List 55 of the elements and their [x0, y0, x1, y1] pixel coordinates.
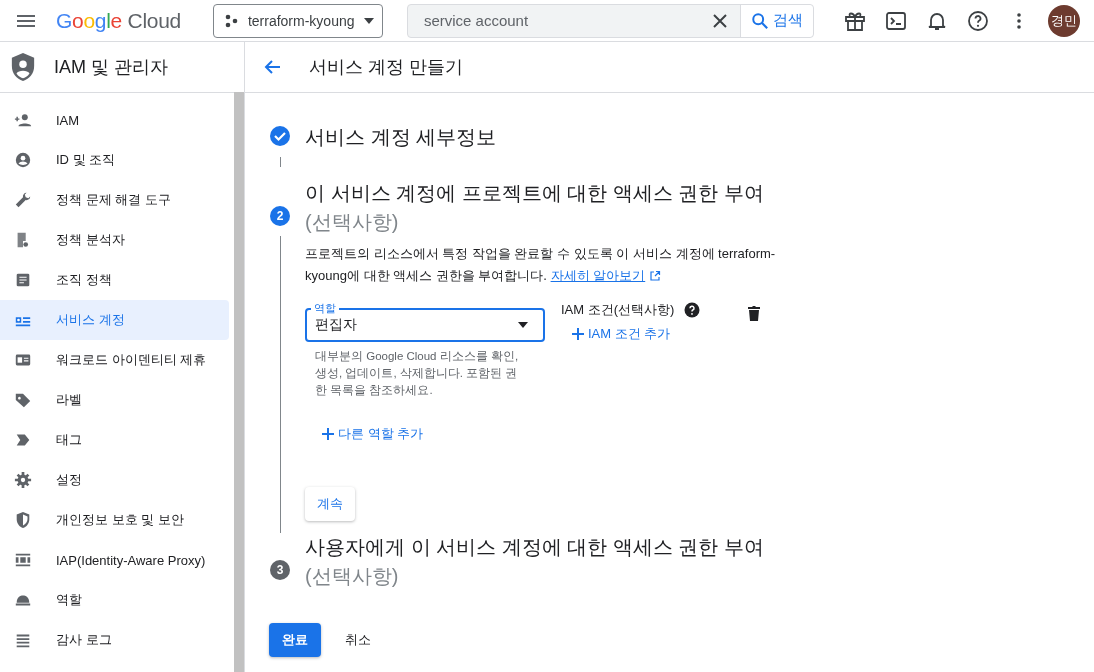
- shield-person-icon: [10, 52, 36, 82]
- step-number: 3: [270, 560, 290, 580]
- trash-icon[interactable]: [747, 305, 761, 321]
- external-link-icon: [649, 270, 662, 282]
- step-number: 2: [270, 206, 290, 226]
- sidebar-item[interactable]: 워크로드 아이덴티티 제휴: [0, 340, 229, 380]
- sidebar-item[interactable]: 감사 로그: [0, 620, 229, 660]
- gear-icon: [14, 471, 32, 489]
- helper-text: 대부분의 Google Cloud 리소스를 확인, 생성, 업데이트, 삭제합니다. 포함된 권한 목록을 참조하세요.: [315, 349, 520, 398]
- cancel-button[interactable]: 취소: [335, 623, 381, 657]
- proxy-icon: [14, 551, 32, 569]
- condition-label: IAM 조건(선택사항): [561, 301, 675, 319]
- sidebar-item[interactable]: 개인정보 보호 및 보안: [0, 500, 229, 540]
- plus-icon: [571, 327, 585, 341]
- sidebar-item[interactable]: 라벨: [0, 380, 229, 420]
- tag-label-icon: [14, 391, 32, 409]
- project-picker[interactable]: terraform-kyoung: [212, 3, 383, 38]
- user-avatar[interactable]: 경민: [1048, 4, 1080, 37]
- sidebar-item[interactable]: 서비스 계정: [0, 300, 229, 340]
- search-field[interactable]: service account 검색: [406, 3, 814, 38]
- step-title: 서비스 계정 세부정보: [305, 126, 497, 148]
- person-add-icon: [14, 111, 32, 129]
- help-icon[interactable]: [684, 302, 701, 318]
- help-icon[interactable]: [966, 8, 990, 33]
- sidebar-item[interactable]: 역할: [0, 580, 229, 620]
- continue-button[interactable]: 계속: [305, 487, 355, 521]
- sidebar-item[interactable]: 태그: [0, 420, 229, 460]
- sidebar-title: IAM 및 관리자: [54, 56, 168, 79]
- account-circle-icon: [14, 151, 32, 169]
- sidebar-item[interactable]: 정책 문제 해결 도구: [0, 180, 229, 220]
- done-button[interactable]: 완료: [269, 623, 321, 657]
- sidebar-item[interactable]: IAP(Identity-Aware Proxy): [0, 540, 229, 580]
- step-title: 이 서비스 계정에 프로젝트에 대한 액세스 권한 부여: [305, 182, 764, 204]
- page-title: 서비스 계정 만들기: [309, 56, 463, 79]
- sidebar-item[interactable]: ID 및 조직: [0, 140, 229, 180]
- learn-more-link[interactable]: 자세히 알아보기: [550, 265, 662, 287]
- sidebar-item[interactable]: 정책 분석자: [0, 220, 229, 260]
- optional-label: (선택사항): [305, 565, 399, 587]
- search-button[interactable]: 검색: [739, 4, 813, 37]
- wrench-icon: [14, 191, 32, 209]
- add-role-button[interactable]: 다른 역할 추가: [319, 423, 426, 445]
- optional-label: (선택사항): [305, 211, 399, 233]
- shield-icon: [14, 511, 32, 529]
- google-cloud-logo[interactable]: Google Cloud: [56, 8, 181, 33]
- article-icon: [14, 271, 32, 289]
- sidebar-item[interactable]: 설정: [0, 460, 229, 500]
- sidebar-item[interactable]: IAM: [0, 100, 229, 140]
- scrollbar[interactable]: [234, 92, 244, 672]
- description-text: 프로젝트의 리소스에서 특정 작업을 완료할 수 있도록 이 서비스 계정에 terraform-kyoung에 대한 액세스 권한을 부여합니다. 자세히 알아보기: [305, 243, 785, 287]
- sidebar-item[interactable]: 조직 정책: [0, 260, 229, 300]
- search-icon: [750, 11, 769, 30]
- plus-icon: [321, 427, 335, 441]
- project-icon: [223, 12, 240, 29]
- add-condition-button[interactable]: IAM 조건 추가: [569, 323, 673, 345]
- step-title: 사용자에게 이 서비스 계정에 대한 액세스 권한 부여: [305, 536, 764, 558]
